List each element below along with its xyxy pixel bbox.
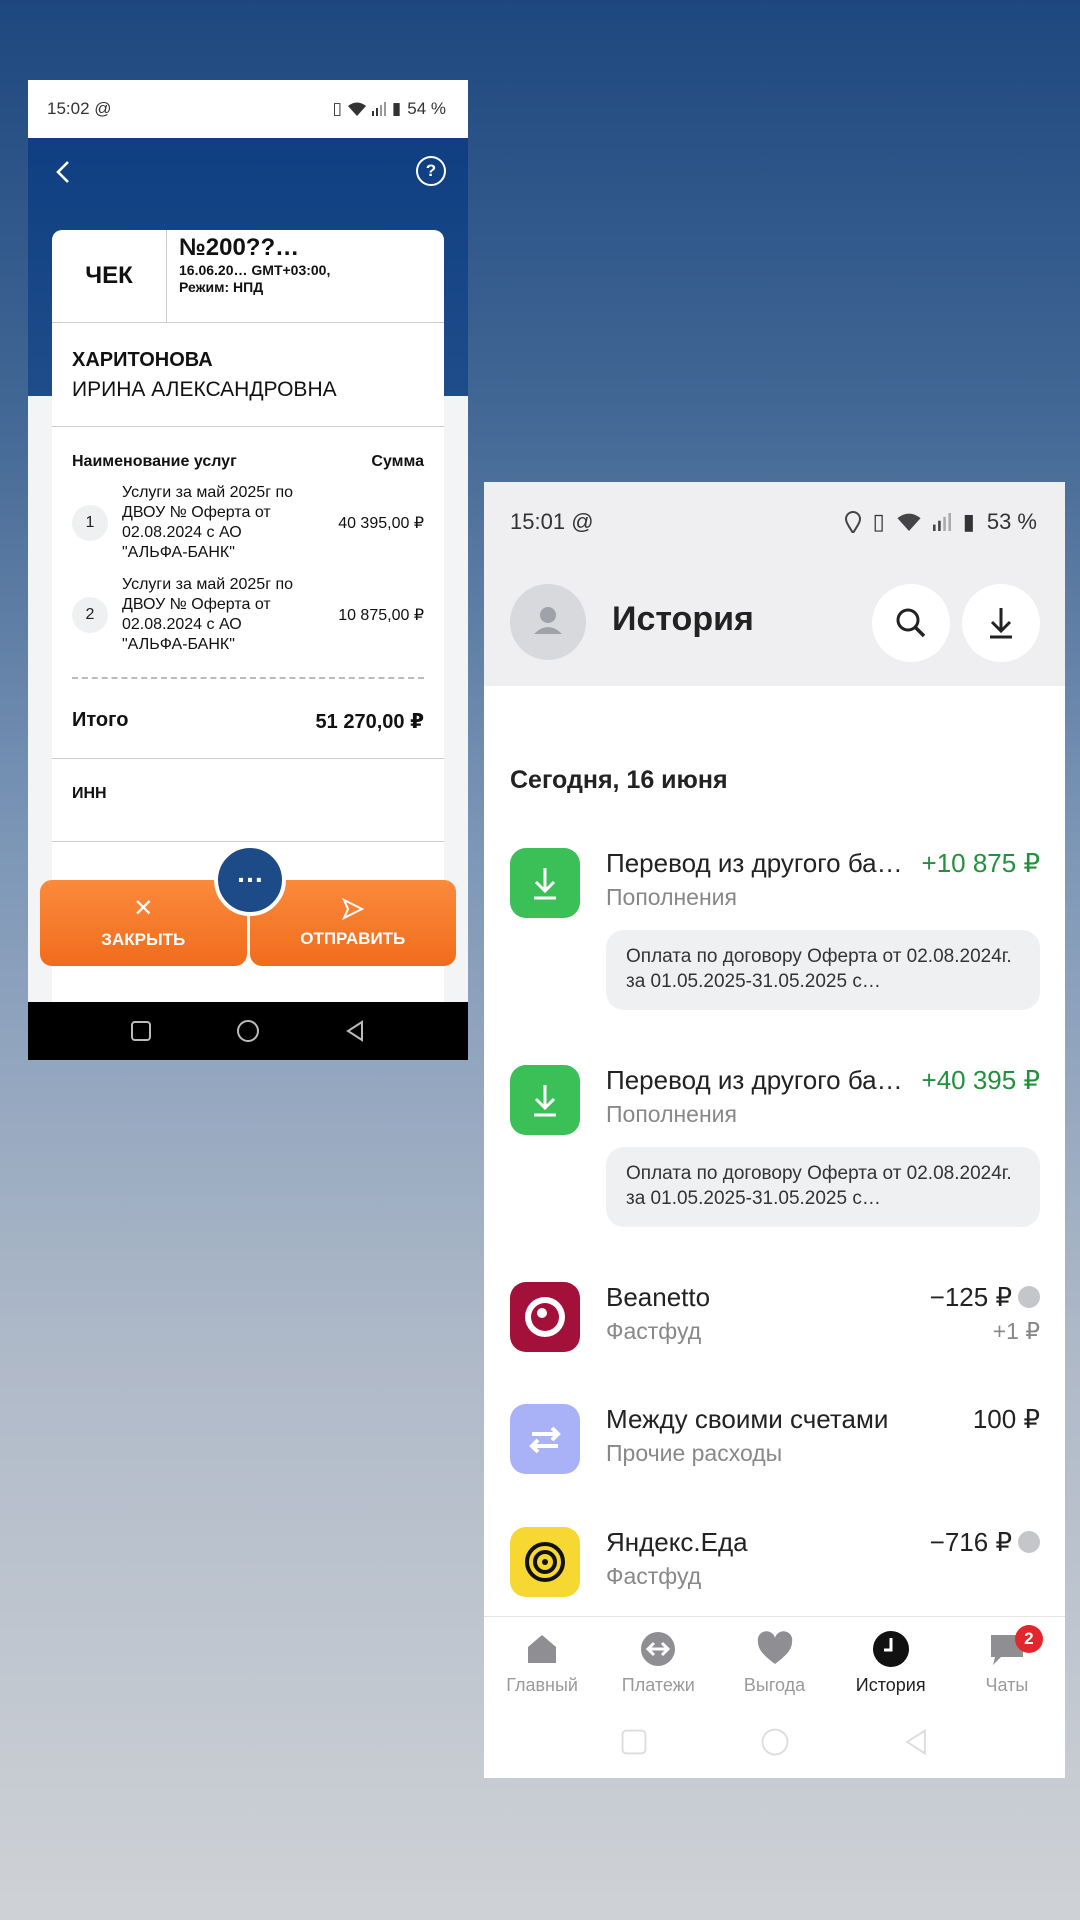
receipt-title: ЧЕК <box>52 230 167 322</box>
battery-level: 54 % <box>407 99 446 118</box>
transaction-category: Фастфуд <box>606 1318 702 1344</box>
yandex-eda-logo <box>510 1527 580 1597</box>
section-date: Сегодня, 16 июня <box>510 766 728 794</box>
status-bar: 15:02 @ ▯ ▮ 54 % <box>28 80 468 138</box>
location-icon <box>844 511 861 533</box>
payer-given-names: ИРИНА АЛЕКСАНДРОВНА <box>72 378 337 401</box>
transaction-title: Beanetto <box>606 1282 711 1312</box>
close-icon: ✕ <box>133 895 154 922</box>
pending-clock-icon <box>1018 1286 1040 1309</box>
transaction-amount: 100 ₽ <box>972 1404 1040 1434</box>
table-header: Наименование услуг Сумма <box>72 453 424 470</box>
download-button[interactable] <box>962 584 1040 662</box>
vibrate-icon: ▯ <box>872 509 885 534</box>
table-row: 1 Услуги за май 2025г по ДВОУ № Оферта о… <box>72 483 424 563</box>
tab-benefits[interactable]: Выгода <box>716 1617 832 1707</box>
battery-icon: ▮ <box>391 99 402 118</box>
heart-icon <box>757 1631 792 1664</box>
inn-row: ИНН <box>52 759 444 842</box>
transaction-amount-wrap: −716 ₽ <box>930 1527 1040 1558</box>
transaction-category: Прочие расходы <box>606 1440 783 1466</box>
payer-name: ХАРИТОНОВА ИРИНА АЛЕКСАНДРОВНА <box>52 323 444 427</box>
clock-icon <box>872 1631 909 1667</box>
transaction-title: Перевод из другого ба… <box>606 1065 903 1095</box>
home-nav-icon[interactable] <box>760 1727 790 1757</box>
transaction-amount: +10 875 ₽ <box>921 848 1040 878</box>
signal-icon <box>371 102 386 116</box>
wifi-icon <box>897 513 921 531</box>
transaction-category: Пополнения <box>606 884 737 910</box>
avatar[interactable] <box>510 584 586 660</box>
receipt-head: ЧЕК №200??… 16.06.20… GMT+03:00, Режим: … <box>52 230 444 323</box>
tab-payments[interactable]: Платежи <box>600 1617 716 1707</box>
transaction-amount: −716 ₽ <box>929 1527 1012 1557</box>
transaction-category: Пополнения <box>606 1101 737 1127</box>
battery-level: 53 % <box>986 509 1037 534</box>
tab-chats[interactable]: Чаты 2 <box>949 1617 1065 1707</box>
transaction-title: Яндекс.Еда <box>606 1527 748 1557</box>
status-time: 15:01 @ <box>510 509 594 534</box>
redaction-blot <box>302 777 442 823</box>
transfer-arrows-icon <box>510 1404 580 1474</box>
user-icon <box>534 607 562 634</box>
transaction-amount: +40 395 ₽ <box>921 1065 1040 1095</box>
table-row: 2 Услуги за май 2025г по ДВОУ № Оферта о… <box>72 575 424 655</box>
receipt-mode: Режим: НПД <box>179 279 264 295</box>
unread-badge: 2 <box>1014 1625 1043 1653</box>
beanetto-logo <box>510 1282 580 1352</box>
more-button[interactable]: … <box>214 844 286 916</box>
transaction-note: Оплата по договору Оферта от 02.08.2024г… <box>606 930 1040 1010</box>
page-title: История <box>612 600 754 638</box>
bottom-tab-bar: Главный Платежи Выгода История Чаты 2 <box>484 1616 1065 1707</box>
download-icon <box>990 608 1012 639</box>
search-icon <box>896 608 926 638</box>
transaction-category: Фастфуд <box>606 1563 702 1589</box>
download-icon <box>510 848 580 918</box>
pending-clock-icon <box>1018 1531 1040 1554</box>
back-arrow-icon[interactable] <box>50 158 78 186</box>
tab-history[interactable]: История <box>833 1617 949 1707</box>
receipt-total: Итого 51 270,00 ₽ <box>52 679 444 759</box>
transaction-title: Между своими счетами <box>606 1404 889 1434</box>
download-icon <box>510 1065 580 1135</box>
recents-icon[interactable] <box>130 1020 152 1042</box>
vibrate-icon: ▯ <box>332 99 342 118</box>
wifi-icon <box>347 102 366 116</box>
battery-icon: ▮ <box>962 509 975 534</box>
page-header: История <box>484 562 1065 686</box>
tab-home[interactable]: Главный <box>484 1617 600 1707</box>
row-amount: 10 875,00 ₽ <box>338 607 424 624</box>
history-screen: 15:01 @ ▯ ▮ 53 % История Сегодня, 16 июн… <box>484 482 1065 1778</box>
transaction-amount-wrap: −125 ₽ <box>930 1282 1040 1313</box>
send-icon <box>341 897 364 921</box>
transaction-title: Перевод из другого ба… <box>606 848 903 878</box>
search-button[interactable] <box>872 584 950 662</box>
recents-icon[interactable] <box>620 1728 648 1756</box>
help-icon[interactable]: ? <box>416 156 446 186</box>
row-index: 1 <box>72 505 108 541</box>
status-bar: 15:01 @ ▯ ▮ 53 % <box>484 482 1065 562</box>
system-nav-bar <box>28 1002 468 1060</box>
back-nav-icon[interactable] <box>902 1728 930 1756</box>
receipt-datetime: 16.06.20… GMT+03:00, <box>179 262 331 278</box>
cashback-amount: +1 ₽ <box>992 1318 1040 1344</box>
home-nav-icon[interactable] <box>236 1019 260 1043</box>
row-amount: 40 395,00 ₽ <box>338 515 424 532</box>
receipt-number: №200??… <box>179 234 300 261</box>
row-index: 2 <box>72 597 108 633</box>
home-icon <box>528 1635 557 1663</box>
payer-surname: ХАРИТОНОВА <box>72 349 213 371</box>
transaction-amount: −125 ₽ <box>929 1282 1012 1312</box>
status-time: 15:02 @ <box>47 99 112 118</box>
transaction-note: Оплата по договору Оферта от 02.08.2024г… <box>606 1147 1040 1227</box>
back-nav-icon[interactable] <box>344 1020 366 1042</box>
services-table: Наименование услуг Сумма 1 Услуги за май… <box>52 427 444 679</box>
payments-icon <box>641 1632 676 1666</box>
row-description: Услуги за май 2025г по ДВОУ № Оферта от … <box>122 484 294 561</box>
system-nav-bar <box>484 1706 1065 1778</box>
signal-icon <box>932 513 951 531</box>
row-description: Услуги за май 2025г по ДВОУ № Оферта от … <box>122 576 294 653</box>
receipt-screen: 15:02 @ ▯ ▮ 54 % ? ЧЕК №200??… 16.06.20…… <box>28 80 468 1060</box>
